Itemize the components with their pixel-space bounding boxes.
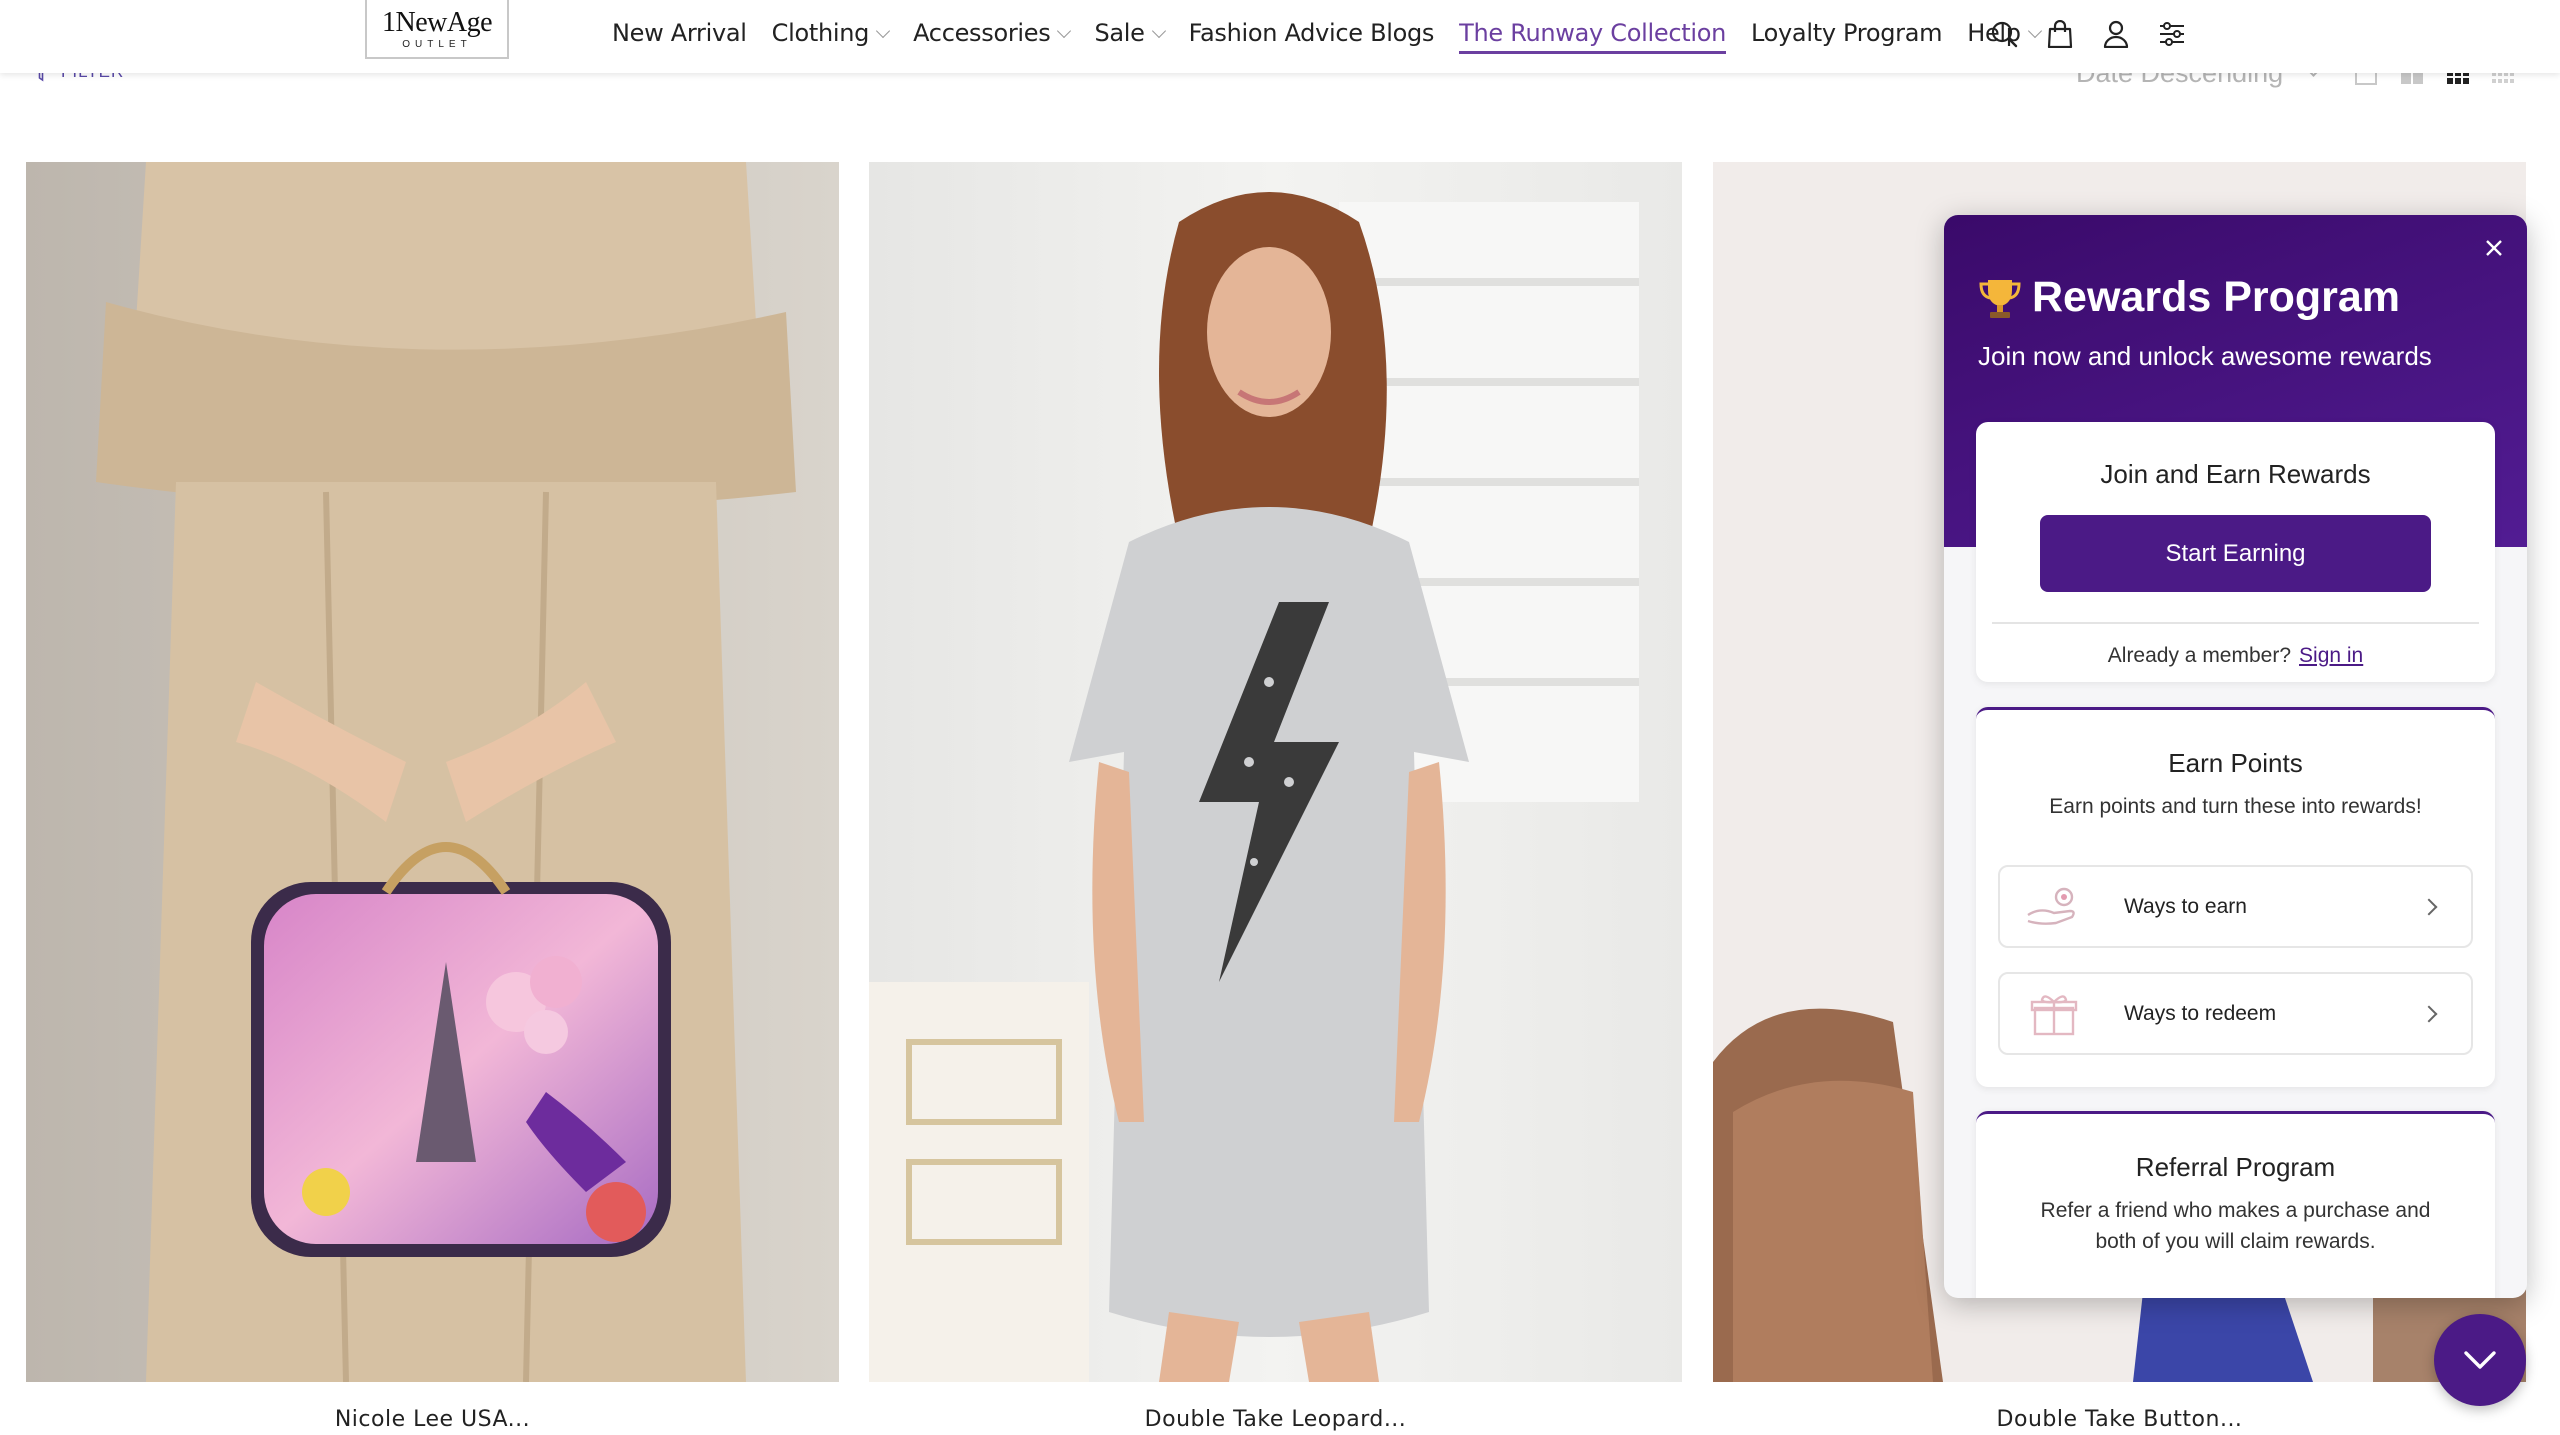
nav-loyalty-program[interactable]: Loyalty Program xyxy=(1751,0,1943,66)
nav-label: Clothing xyxy=(771,19,870,47)
nav-new-arrival[interactable]: New Arrival xyxy=(612,0,747,66)
nav-label: Loyalty Program xyxy=(1751,19,1943,47)
hand-coin-icon xyxy=(2024,882,2084,932)
earn-text: Earn points and turn these into rewards! xyxy=(2049,795,2422,818)
rewards-subtitle: Join now and unlock awesome rewards xyxy=(1978,341,2432,371)
ways-to-redeem-button[interactable]: Ways to redeem xyxy=(1998,972,2473,1055)
product-name[interactable]: Double Take Leopard... xyxy=(869,1407,1682,1432)
ways-to-redeem-label: Ways to redeem xyxy=(2124,1001,2277,1025)
nav-label: Fashion Advice Blogs xyxy=(1188,19,1435,47)
nav-fashion-advice-blogs[interactable]: Fashion Advice Blogs xyxy=(1188,0,1435,66)
product-card[interactable]: Nicole Lee USA... xyxy=(26,162,839,1432)
product-image[interactable] xyxy=(869,162,1682,1382)
header-actions xyxy=(1988,18,2212,50)
site-header: 1NewAge OUTLET New Arrival Clothing Acce… xyxy=(0,0,2560,73)
nav-sale[interactable]: Sale xyxy=(1094,0,1166,66)
chevron-right-icon xyxy=(2420,1005,2438,1022)
search-icon[interactable] xyxy=(1988,18,2020,50)
trophy-icon xyxy=(1979,279,2021,318)
rewards-launcher-button[interactable] xyxy=(2434,1314,2526,1406)
referral-text: Refer a friend who makes a purchase and … xyxy=(2040,1199,2431,1253)
product-name[interactable]: Nicole Lee USA... xyxy=(26,1407,839,1432)
ways-to-earn-label: Ways to earn xyxy=(2124,894,2247,918)
product-name[interactable]: Double Take Button... xyxy=(1713,1407,2526,1432)
join-heading: Join and Earn Rewards xyxy=(2100,459,2371,489)
nav-clothing[interactable]: Clothing xyxy=(771,0,891,66)
rewards-title-text: Rewards Program xyxy=(2032,273,2401,321)
referral-card: Referral Program Refer a friend who make… xyxy=(1976,1111,2495,1298)
member-text: Already a member? xyxy=(2107,644,2292,667)
logo-subtitle: OUTLET xyxy=(402,39,472,50)
bag-icon[interactable] xyxy=(2044,18,2076,50)
nav-label: Sale xyxy=(1094,19,1145,47)
divider xyxy=(1992,622,2479,624)
store-logo[interactable]: 1NewAge OUTLET xyxy=(365,0,509,59)
chevron-down-icon xyxy=(1151,23,1166,38)
chevron-down-icon xyxy=(1057,23,1072,38)
rewards-panel: Rewards Program Join now and unlock awes… xyxy=(1944,215,2527,1298)
nav-accessories[interactable]: Accessories xyxy=(913,0,1072,66)
sign-in-link[interactable]: Sign in xyxy=(2299,644,2363,667)
member-row: Already a member? Sign in xyxy=(1976,644,2495,668)
account-icon[interactable] xyxy=(2100,18,2132,50)
settings-sliders-icon[interactable] xyxy=(2156,18,2188,50)
chevron-down-icon xyxy=(876,23,891,38)
product-image[interactable] xyxy=(26,162,839,1382)
nav-runway-collection[interactable]: The Runway Collection xyxy=(1459,0,1726,66)
nav-label: The Runway Collection xyxy=(1459,19,1726,47)
earn-heading: Earn Points xyxy=(2168,748,2303,778)
referral-heading: Referral Program xyxy=(2135,1152,2336,1182)
chevron-down-icon xyxy=(2464,1351,2496,1369)
start-earning-button[interactable]: Start Earning xyxy=(2040,515,2431,592)
nav-label: New Arrival xyxy=(612,19,747,47)
nav-label: Accessories xyxy=(913,19,1051,47)
chevron-right-icon xyxy=(2420,898,2438,915)
product-card[interactable]: Double Take Leopard... xyxy=(869,162,1682,1432)
logo-wordmark: 1NewAge xyxy=(381,7,493,38)
close-icon[interactable] xyxy=(2479,233,2509,263)
join-card: Join and Earn Rewards Start Earning Alre… xyxy=(1976,422,2495,682)
earn-points-card: Earn Points Earn points and turn these i… xyxy=(1976,707,2495,1087)
rewards-title: Rewards Program xyxy=(1978,273,2400,322)
gift-icon xyxy=(2024,989,2084,1039)
main-navigation: New Arrival Clothing Accessories Sale Fa… xyxy=(612,0,2065,66)
ways-to-earn-button[interactable]: Ways to earn xyxy=(1998,865,2473,948)
